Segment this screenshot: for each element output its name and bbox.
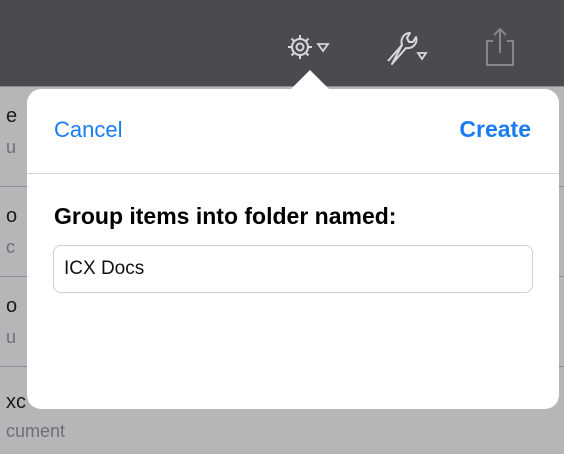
dialog-header: Cancel Create <box>27 89 559 174</box>
list-item-subtitle: u <box>6 137 17 157</box>
app-window: e u o c o u xc cument Cancel Create Grou… <box>0 0 564 454</box>
wrench-menu-button[interactable] <box>378 24 430 70</box>
share-icon <box>480 25 520 69</box>
list-item-title: e <box>6 105 18 127</box>
create-button[interactable]: Create <box>459 116 531 143</box>
cancel-button[interactable]: Cancel <box>54 117 122 143</box>
list-item-title: o <box>6 295 18 317</box>
gear-icon <box>283 29 333 65</box>
popover-arrow <box>290 70 330 90</box>
group-folder-dialog: Cancel Create Group items into folder na… <box>27 89 559 409</box>
dialog-prompt: Group items into folder named: <box>54 203 397 229</box>
wrench-icon <box>378 27 430 67</box>
toolbar <box>0 0 564 86</box>
list-item-title: o <box>6 205 18 227</box>
share-button[interactable] <box>474 24 526 70</box>
folder-name-input[interactable] <box>53 245 533 293</box>
gear-menu-button[interactable] <box>282 24 334 70</box>
list-item-subtitle: c <box>6 237 15 257</box>
list-item-subtitle: u <box>6 327 17 347</box>
list-item-subtitle: cument <box>6 421 66 441</box>
list-item-title: xc <box>6 391 26 413</box>
